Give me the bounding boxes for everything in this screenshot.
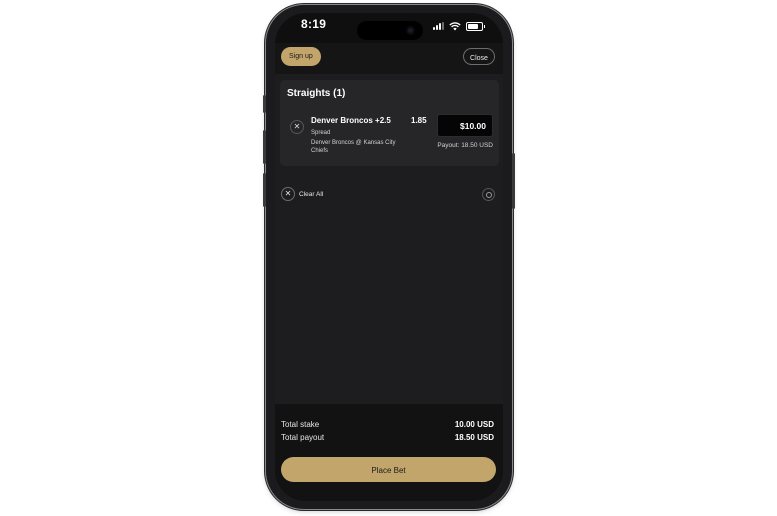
action-button bbox=[263, 95, 266, 113]
volume-up-button bbox=[263, 130, 266, 164]
place-bet-button[interactable]: Place Bet bbox=[281, 457, 496, 482]
total-payout-value: 18.50 USD bbox=[454, 433, 494, 442]
total-payout-label: Total payout bbox=[281, 433, 325, 442]
section-title: Straights (1) bbox=[287, 88, 346, 99]
total-payout-row: Total payout 18.50 USD bbox=[281, 433, 494, 442]
status-icons bbox=[433, 21, 485, 31]
camera-icon bbox=[406, 26, 415, 35]
screen: 8:19 Sign up Close Straights (1) ✕ Denve… bbox=[275, 13, 503, 501]
power-button bbox=[512, 153, 515, 209]
market-type: Spread bbox=[311, 130, 331, 136]
signal-icon bbox=[433, 22, 444, 30]
payout-text: Payout: 18.50 USD bbox=[437, 142, 493, 149]
app-header: Sign up Close bbox=[275, 43, 503, 74]
selection-name: Denver Broncos +2.5 bbox=[311, 116, 391, 125]
signup-button[interactable]: Sign up bbox=[281, 47, 321, 66]
close-icon: ✕ bbox=[293, 122, 301, 131]
total-stake-label: Total stake bbox=[281, 420, 320, 429]
phone-frame: 8:19 Sign up Close Straights (1) ✕ Denve… bbox=[263, 5, 515, 509]
status-time: 8:19 bbox=[301, 17, 327, 31]
clear-all-label: Clear All bbox=[299, 190, 324, 198]
total-stake-value: 10.00 USD bbox=[454, 420, 494, 429]
close-icon: ✕ bbox=[281, 187, 295, 201]
stake-input[interactable] bbox=[437, 114, 493, 137]
wifi-icon bbox=[449, 21, 461, 30]
battery-icon bbox=[466, 21, 485, 31]
selection-odds: 1.85 bbox=[411, 116, 427, 125]
event-name: Denver Broncos @ Kansas City Chiefs bbox=[311, 140, 396, 154]
remove-selection-button[interactable]: ✕ bbox=[290, 120, 304, 134]
bet-card: Straights (1) ✕ Denver Broncos +2.5 1.85… bbox=[280, 80, 499, 166]
betslip-body: Straights (1) ✕ Denver Broncos +2.5 1.85… bbox=[275, 74, 503, 404]
gear-icon bbox=[485, 191, 492, 198]
betslip-footer: Total stake 10.00 USD Total payout 18.50… bbox=[275, 404, 503, 501]
close-button[interactable]: Close bbox=[463, 48, 495, 65]
status-bar: 8:19 bbox=[275, 13, 503, 43]
dynamic-island bbox=[357, 21, 423, 40]
settings-button[interactable] bbox=[482, 188, 495, 201]
clear-all-button[interactable]: ✕ Clear All bbox=[281, 186, 323, 202]
stage: 8:19 Sign up Close Straights (1) ✕ Denve… bbox=[0, 0, 777, 516]
volume-down-button bbox=[263, 173, 266, 207]
total-stake-row: Total stake 10.00 USD bbox=[281, 420, 494, 429]
